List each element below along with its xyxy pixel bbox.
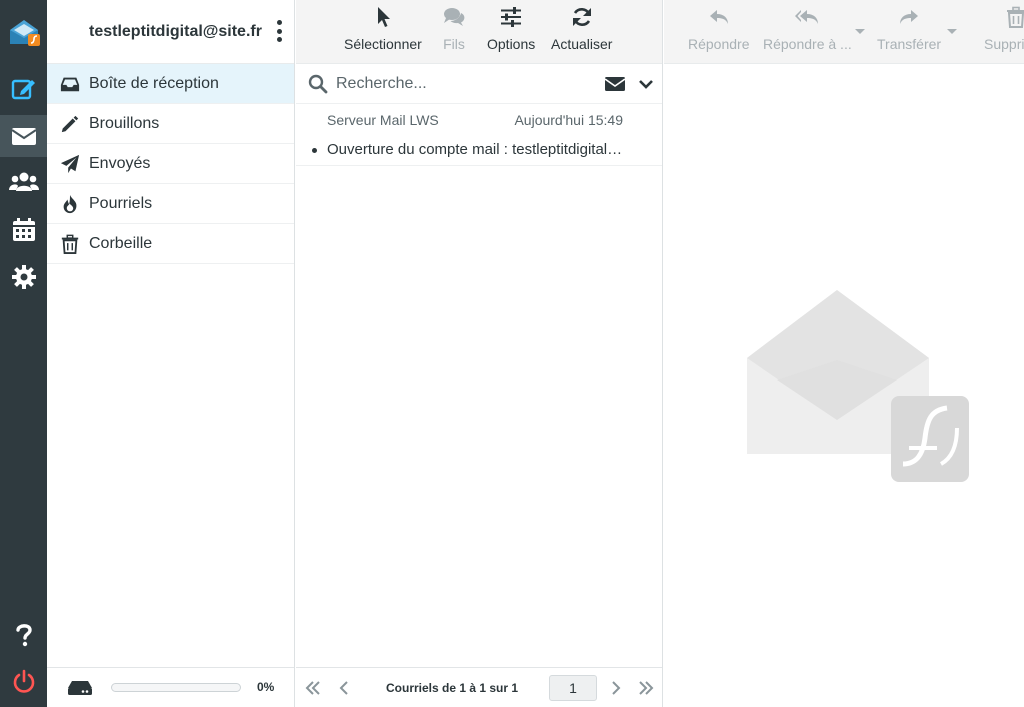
reply-button[interactable]: Répondre: [688, 6, 750, 58]
message-subject: Ouverture du compte mail : testleptitdig…: [327, 141, 627, 158]
message-list-panel: Sélectionner Fils Options Actualiser Ser…: [296, 0, 663, 707]
comments-icon: [444, 8, 465, 26]
last-page-icon[interactable]: [637, 679, 655, 697]
quota-percent: 0%: [257, 680, 275, 694]
search-input[interactable]: [336, 72, 586, 96]
quota-footer: 0%: [47, 667, 294, 707]
folder-label: Boîte de réception: [89, 74, 219, 92]
first-page-icon[interactable]: [304, 679, 322, 697]
reply-all-button[interactable]: Répondre à ...: [763, 6, 852, 58]
select-button[interactable]: Sélectionner: [344, 6, 422, 58]
paper-plane-icon: [59, 153, 81, 175]
account-email: testleptitdigital@site.fr: [89, 22, 262, 40]
refresh-button[interactable]: Actualiser: [551, 6, 612, 58]
forward-dropdown-icon[interactable]: [947, 29, 957, 34]
app-rail: [0, 0, 47, 707]
folder-inbox[interactable]: Boîte de réception: [47, 64, 294, 104]
search-bar: [296, 64, 662, 104]
quota-progress-bar: [111, 683, 241, 692]
folder-sent[interactable]: Envoyés: [47, 144, 294, 184]
reply-all-dropdown-icon[interactable]: [855, 29, 865, 34]
folder-label: Pourriels: [89, 194, 153, 212]
compose-icon[interactable]: [0, 68, 47, 108]
folder-label: Envoyés: [89, 154, 151, 172]
message-row[interactable]: Serveur Mail LWS Aujourd'hui 15:49 Ouver…: [296, 104, 662, 166]
delete-button[interactable]: Supprimer: [984, 6, 1024, 58]
inbox-icon: [59, 73, 81, 95]
forward-button[interactable]: Transférer: [877, 6, 941, 58]
account-menu-icon[interactable]: [274, 20, 284, 42]
trash-icon: [1007, 6, 1024, 28]
pagination-footer: Courriels de 1 à 1 sur 1: [296, 667, 662, 707]
folder-trash[interactable]: Corbeille: [47, 224, 294, 264]
message-date: Aujourd'hui 15:49: [514, 112, 623, 128]
message-count: Courriels de 1 à 1 sur 1: [386, 681, 519, 695]
settings-gear-icon[interactable]: [0, 257, 47, 297]
empty-mailbox-watermark-icon: [747, 290, 969, 482]
app-logo-icon[interactable]: [0, 10, 47, 54]
refresh-icon: [572, 8, 591, 26]
message-content-panel: Répondre Répondre à ... Transférer Suppr…: [664, 0, 1024, 707]
folder-label: Brouillons: [89, 114, 160, 132]
previous-page-icon[interactable]: [335, 679, 353, 697]
next-page-icon[interactable]: [607, 679, 625, 697]
envelope-filter-icon[interactable]: [605, 75, 625, 93]
contacts-icon[interactable]: [0, 162, 47, 202]
fire-icon: [59, 193, 81, 215]
message-toolbar: Répondre Répondre à ... Transférer Suppr…: [664, 0, 1024, 64]
message-sender: Serveur Mail LWS: [327, 112, 439, 128]
threads-button[interactable]: Fils: [443, 6, 465, 58]
page-number-input[interactable]: [549, 675, 597, 701]
help-icon[interactable]: [0, 614, 47, 654]
mail-icon[interactable]: [0, 115, 47, 157]
sliders-icon: [501, 7, 522, 27]
folder-label: Corbeille: [89, 234, 153, 252]
pencil-icon: [59, 113, 81, 135]
list-toolbar: Sélectionner Fils Options Actualiser: [296, 0, 662, 64]
chevron-down-icon[interactable]: [639, 77, 653, 91]
logout-power-icon[interactable]: [0, 662, 47, 702]
cursor-arrow-icon: [377, 7, 390, 27]
options-button[interactable]: Options: [487, 6, 535, 58]
reply-all-icon: [795, 10, 819, 24]
account-header: testleptitdigital@site.fr: [47, 0, 294, 64]
unread-indicator: [312, 148, 317, 153]
hard-drive-icon: [68, 681, 92, 695]
search-icon[interactable]: [308, 74, 328, 94]
trash-icon: [59, 233, 81, 255]
reply-icon: [709, 10, 728, 24]
folder-spam[interactable]: Pourriels: [47, 184, 294, 224]
folder-drafts[interactable]: Brouillons: [47, 104, 294, 144]
forward-icon: [900, 10, 919, 24]
folder-panel: testleptitdigital@site.fr Boîte de récep…: [47, 0, 295, 707]
calendar-icon[interactable]: [0, 210, 47, 250]
